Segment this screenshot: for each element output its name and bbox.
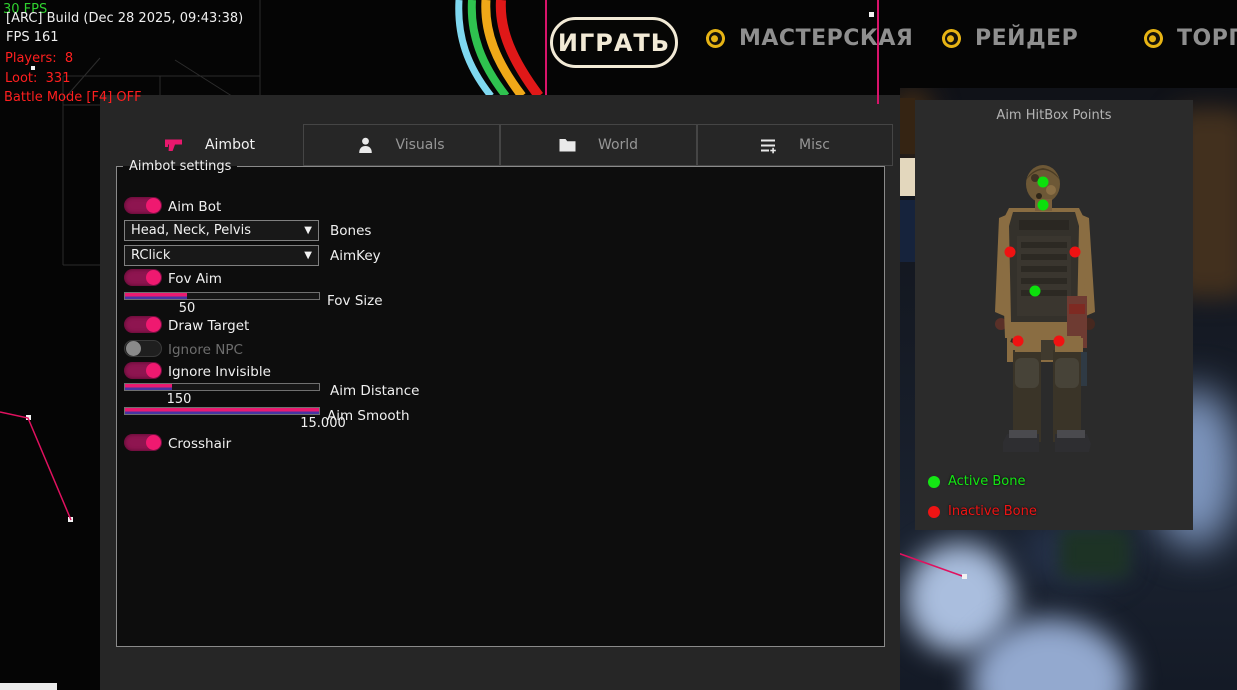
fov-aim-label: Fov Aim: [168, 271, 222, 287]
draw-target-toggle[interactable]: [124, 316, 162, 333]
legend-label: Inactive Bone: [948, 504, 1037, 519]
hud-players-count: Players: 8: [5, 51, 73, 66]
fov-size-value: 50: [157, 301, 217, 316]
cheat-menu-panel: Aimbot Visuals World Misc: [100, 95, 900, 690]
slider-fill: [125, 408, 319, 414]
gun-icon: [164, 137, 183, 153]
hitbox-point: [1038, 200, 1049, 211]
folder-icon: [559, 138, 576, 152]
tab-label: Misc: [799, 137, 830, 153]
hitbox-point: [1054, 336, 1065, 347]
crosshair-label: Crosshair: [168, 436, 231, 452]
game-tab-trade[interactable]: ТОРГО: [1144, 26, 1237, 51]
aim-distance-slider[interactable]: [124, 383, 320, 391]
ignore-invisible-toggle[interactable]: [124, 362, 162, 379]
aimkey-label: AimKey: [330, 248, 381, 264]
ignore-npc-toggle[interactable]: [124, 340, 162, 357]
legend-label: Active Bone: [948, 474, 1025, 489]
sliders-icon: [760, 137, 777, 154]
game-tab-label: РЕЙДЕР: [975, 26, 1078, 51]
ignore-npc-label: Ignore NPC: [168, 342, 243, 358]
fov-size-label: Fov Size: [327, 293, 383, 309]
hitbox-point: [1013, 336, 1024, 347]
coin-icon: [1142, 27, 1165, 50]
hitbox-panel: Aim HitBox Points: [915, 100, 1193, 530]
bones-selected-value: Head, Neck, Pelvis: [125, 223, 304, 238]
hitbox-point: [1030, 286, 1041, 297]
hud-battle-mode: Battle Mode [F4] OFF: [4, 90, 142, 105]
play-button[interactable]: ИГРАТЬ: [550, 17, 678, 68]
coin-icon: [940, 27, 963, 50]
bones-label: Bones: [330, 223, 371, 239]
group-title: Aimbot settings: [123, 159, 237, 174]
fov-size-slider[interactable]: [124, 292, 320, 300]
esp-node: [962, 574, 967, 579]
aim-smooth-slider[interactable]: [124, 407, 320, 415]
tab-label: World: [598, 137, 638, 153]
tab-label: Aimbot: [205, 137, 255, 153]
crosshair-toggle[interactable]: [124, 434, 162, 451]
chevron-down-icon: ▼: [304, 250, 318, 261]
fov-aim-toggle[interactable]: [124, 269, 162, 286]
game-tab-label: ТОРГО: [1177, 26, 1237, 51]
aim-smooth-label: Aim Smooth: [327, 408, 410, 424]
game-screen: 30 FPS [ARC] Build (Dec 28 2025, 09:43:3…: [0, 0, 1237, 690]
active-bone-dot-icon: [928, 476, 940, 488]
game-tab-workshop[interactable]: МАСТЕРСКАЯ: [706, 26, 913, 51]
slider-fill: [125, 293, 187, 299]
game-tab-label: МАСТЕРСКАЯ: [739, 26, 913, 51]
draw-target-label: Draw Target: [168, 318, 249, 334]
aimkey-dropdown[interactable]: RClick ▼: [124, 245, 319, 266]
bones-dropdown[interactable]: Head, Neck, Pelvis ▼: [124, 220, 319, 241]
hud-fps-label: FPS 161: [6, 30, 59, 45]
hitbox-point: [1070, 247, 1081, 258]
game-tab-raider[interactable]: РЕЙДЕР: [942, 26, 1078, 51]
legend-active-bone: Active Bone: [928, 474, 1025, 489]
aim-bot-label: Aim Bot: [168, 199, 221, 215]
player-model-image: [915, 100, 1193, 530]
laser-line: [877, 0, 879, 104]
aimbot-settings-group: Aimbot settings Aim Bot Head, Neck, Pelv…: [116, 159, 885, 647]
slider-fill: [125, 384, 172, 390]
aimkey-selected-value: RClick: [125, 248, 304, 263]
aim-bot-toggle[interactable]: [124, 197, 162, 214]
ignore-invisible-label: Ignore Invisible: [168, 364, 271, 380]
coin-icon: [704, 27, 727, 50]
legend-inactive-bone: Inactive Bone: [928, 504, 1037, 519]
aim-distance-value: 150: [149, 392, 209, 407]
person-icon: [358, 137, 373, 153]
aim-distance-label: Aim Distance: [330, 383, 419, 399]
chevron-down-icon: ▼: [304, 225, 318, 236]
tab-label: Visuals: [395, 137, 444, 153]
hitbox-point: [1038, 177, 1049, 188]
hud-loot-count: Loot: 331: [5, 71, 70, 86]
inactive-bone-dot-icon: [928, 506, 940, 518]
hud-build-label: [ARC] Build (Dec 28 2025, 09:43:38): [6, 11, 243, 26]
hitbox-point: [1005, 247, 1016, 258]
